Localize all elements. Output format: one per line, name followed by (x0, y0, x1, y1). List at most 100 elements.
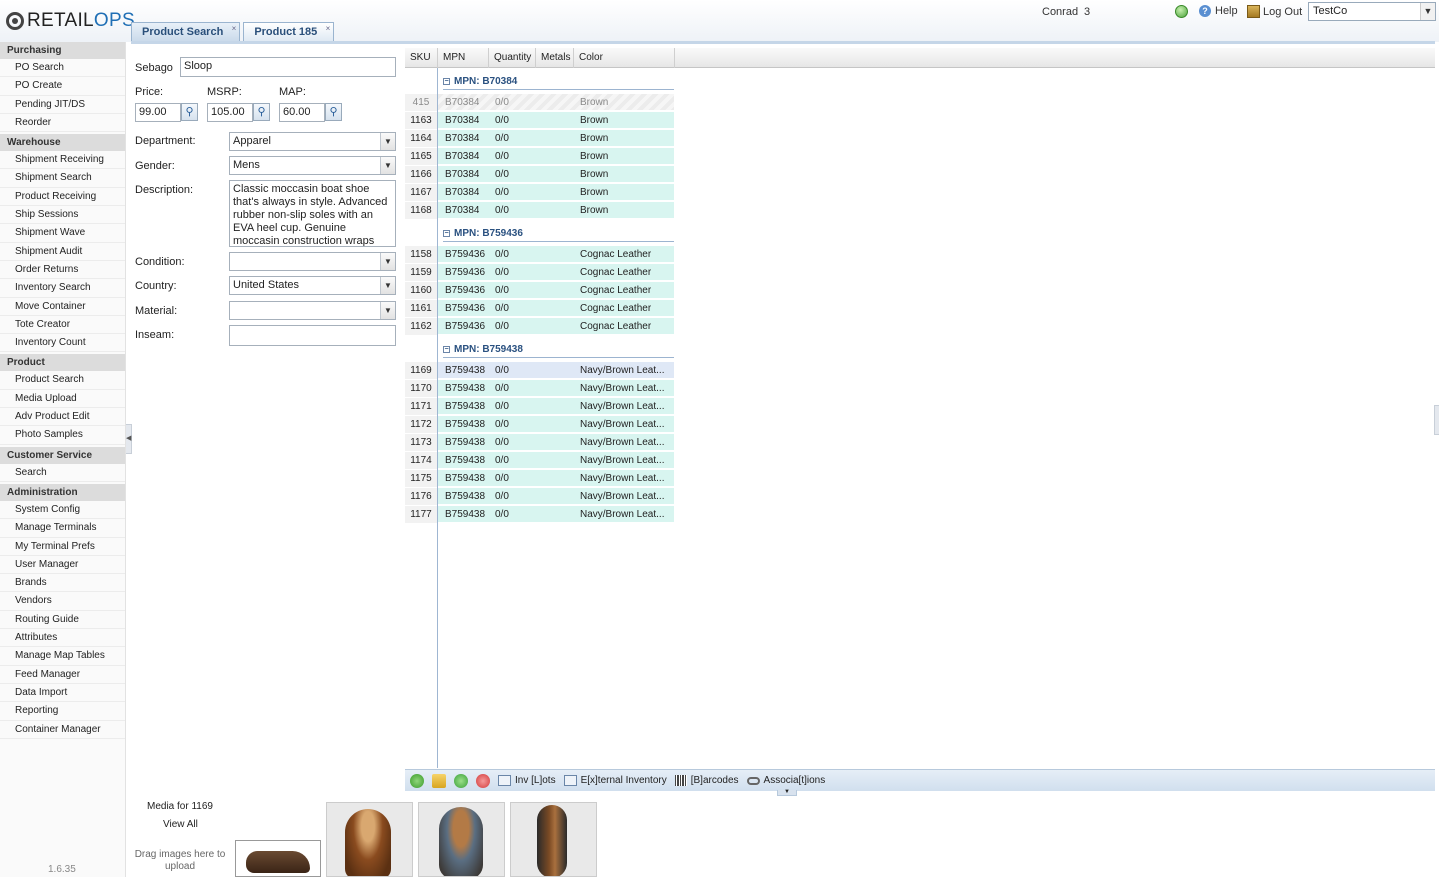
sidebar-section-warehouse[interactable]: Warehouse (0, 134, 125, 152)
sidebar-item-move-container[interactable]: Move Container (0, 298, 125, 316)
sidebar-item-search[interactable]: Search (0, 464, 125, 482)
tab-product-search[interactable]: Product Search × (131, 22, 241, 42)
sidebar-item-system-config[interactable]: System Config (0, 501, 125, 520)
close-icon[interactable]: × (232, 24, 237, 33)
table-row[interactable]: 1159 B759436 0/0 Cognac Leather (405, 264, 674, 281)
sidebar-item-shipment-search[interactable]: Shipment Search (0, 169, 125, 188)
product-name-field[interactable]: Sloop (180, 57, 396, 77)
table-row[interactable]: 1163 B70384 0/0 Brown (405, 112, 674, 129)
column-header-color[interactable]: Color (574, 48, 675, 68)
media-thumbnail[interactable] (326, 802, 413, 877)
view-all-link[interactable]: View All (163, 819, 198, 830)
map-field[interactable]: 60.00 (279, 103, 325, 122)
sidebar-item-photo-samples[interactable]: Photo Samples (0, 426, 125, 445)
lock-icon[interactable] (432, 773, 446, 788)
column-header-sku[interactable]: SKU (405, 48, 438, 68)
table-row[interactable]: 1177 B759438 0/0 Navy/Brown Leat... (405, 506, 674, 523)
inseam-field[interactable] (229, 325, 396, 346)
table-row[interactable]: 1161 B759436 0/0 Cognac Leather (405, 300, 674, 317)
collapse-toggle-icon[interactable]: − (443, 78, 450, 85)
toolbar-resize-handle[interactable]: ▼ (777, 789, 797, 796)
price-search-icon[interactable]: ⚲ (181, 103, 198, 121)
media-thumbnail[interactable] (510, 802, 597, 877)
gender-select[interactable]: Mens ▼ (229, 156, 396, 175)
table-row[interactable]: 1169 B759438 0/0 Navy/Brown Leat... (405, 362, 674, 379)
sidebar-item-order-returns[interactable]: Order Returns (0, 261, 125, 280)
grid-group-header[interactable]: − MPN: B70384 (443, 76, 517, 87)
drag-drop-zone[interactable]: Drag images here to upload (133, 849, 227, 873)
sidebar-item-pending-jit-ds[interactable]: Pending JIT/DS (0, 96, 125, 114)
sidebar-item-inventory-count[interactable]: Inventory Count (0, 334, 125, 353)
collapse-toggle-icon[interactable]: − (443, 230, 450, 237)
sidebar-item-attributes[interactable]: Attributes (0, 629, 125, 648)
column-header-metals[interactable]: Metals (536, 48, 574, 68)
table-row[interactable]: 1175 B759438 0/0 Navy/Brown Leat... (405, 470, 674, 487)
price-field[interactable]: 99.00 (135, 103, 181, 122)
associations-button[interactable]: Associa[t]ions (746, 775, 825, 786)
description-textarea[interactable]: Classic moccasin boat shoe that's always… (229, 180, 396, 247)
barcodes-button[interactable]: [B]arcodes (674, 775, 739, 786)
external-inventory-button[interactable]: E[x]ternal Inventory (563, 775, 667, 786)
logout-link[interactable]: Log Out (1247, 5, 1302, 18)
sidebar-item-product-receiving[interactable]: Product Receiving (0, 188, 125, 207)
inv-lots-button[interactable]: Inv [L]ots (498, 775, 556, 786)
close-icon[interactable]: × (326, 24, 331, 33)
sidebar-item-reporting[interactable]: Reporting (0, 702, 125, 721)
sidebar-item-shipment-wave[interactable]: Shipment Wave (0, 224, 125, 243)
sidebar-item-shipment-audit[interactable]: Shipment Audit (0, 243, 125, 261)
add-icon[interactable] (454, 773, 468, 788)
remove-icon[interactable] (476, 773, 490, 788)
sidebar-item-vendors[interactable]: Vendors (0, 592, 125, 611)
company-select[interactable]: TestCo ▼ (1308, 2, 1436, 21)
table-row[interactable]: 1172 B759438 0/0 Navy/Brown Leat... (405, 416, 674, 433)
table-row[interactable]: 1160 B759436 0/0 Cognac Leather (405, 282, 674, 299)
table-row[interactable]: 1171 B759438 0/0 Navy/Brown Leat... (405, 398, 674, 415)
table-row[interactable]: 1164 B70384 0/0 Brown (405, 130, 674, 147)
chevron-down-icon[interactable]: ▼ (380, 302, 395, 319)
grid-group-header[interactable]: − MPN: B759436 (443, 228, 523, 239)
sidebar-item-manage-terminals[interactable]: Manage Terminals (0, 519, 125, 538)
material-select[interactable]: ▼ (229, 301, 396, 320)
column-header-mpn[interactable]: MPN (438, 48, 489, 68)
table-row[interactable]: 1173 B759438 0/0 Navy/Brown Leat... (405, 434, 674, 451)
table-row[interactable]: 1158 B759436 0/0 Cognac Leather (405, 246, 674, 263)
chevron-down-icon[interactable]: ▼ (380, 253, 395, 270)
sidebar-item-po-create[interactable]: PO Create (0, 77, 125, 96)
map-search-icon[interactable]: ⚲ (325, 103, 342, 121)
help-link[interactable]: ? Help (1199, 5, 1238, 17)
table-row[interactable]: 415 B70384 0/0 Brown (405, 94, 674, 111)
sidebar-item-inventory-search[interactable]: Inventory Search (0, 279, 125, 298)
sidebar-item-container-manager[interactable]: Container Manager (0, 721, 125, 739)
sidebar-section-customer-service[interactable]: Customer Service (0, 446, 125, 464)
chevron-down-icon[interactable]: ▼ (380, 277, 395, 294)
table-row[interactable]: 1165 B70384 0/0 Brown (405, 148, 674, 165)
chevron-down-icon[interactable]: ▼ (380, 133, 395, 150)
right-panel-handle[interactable] (1434, 405, 1439, 435)
sidebar-item-my-terminal-prefs[interactable]: My Terminal Prefs (0, 538, 125, 556)
condition-select[interactable]: ▼ (229, 252, 396, 271)
sidebar-item-ship-sessions[interactable]: Ship Sessions (0, 206, 125, 225)
collapse-toggle-icon[interactable]: − (443, 346, 450, 353)
grid-group-header[interactable]: − MPN: B759438 (443, 344, 523, 355)
media-thumbnail-primary[interactable] (235, 840, 321, 877)
sidebar-item-adv-product-edit[interactable]: Adv Product Edit (0, 408, 125, 427)
table-row[interactable]: 1162 B759436 0/0 Cognac Leather (405, 318, 674, 335)
table-row[interactable]: 1166 B70384 0/0 Brown (405, 166, 674, 183)
chevron-down-icon[interactable]: ▼ (380, 157, 395, 174)
msrp-search-icon[interactable]: ⚲ (253, 103, 270, 121)
media-thumbnail[interactable] (418, 802, 505, 877)
sidebar-item-user-manager[interactable]: User Manager (0, 556, 125, 575)
sidebar-section-product[interactable]: Product (0, 354, 125, 372)
refresh-icon[interactable] (410, 773, 424, 788)
department-select[interactable]: Apparel ▼ (229, 132, 396, 151)
sidebar-item-feed-manager[interactable]: Feed Manager (0, 666, 125, 684)
table-row[interactable]: 1174 B759438 0/0 Navy/Brown Leat... (405, 452, 674, 469)
sidebar-item-brands[interactable]: Brands (0, 574, 125, 593)
sidebar-section-administration[interactable]: Administration (0, 483, 125, 501)
tab-product-185[interactable]: Product 185 × (243, 22, 335, 42)
table-row[interactable]: 1176 B759438 0/0 Navy/Brown Leat... (405, 488, 674, 505)
sidebar-collapse-handle[interactable]: ◀ (126, 424, 132, 454)
table-row[interactable]: 1170 B759438 0/0 Navy/Brown Leat... (405, 380, 674, 397)
sidebar-item-po-search[interactable]: PO Search (0, 59, 125, 78)
sidebar-item-media-upload[interactable]: Media Upload (0, 390, 125, 409)
